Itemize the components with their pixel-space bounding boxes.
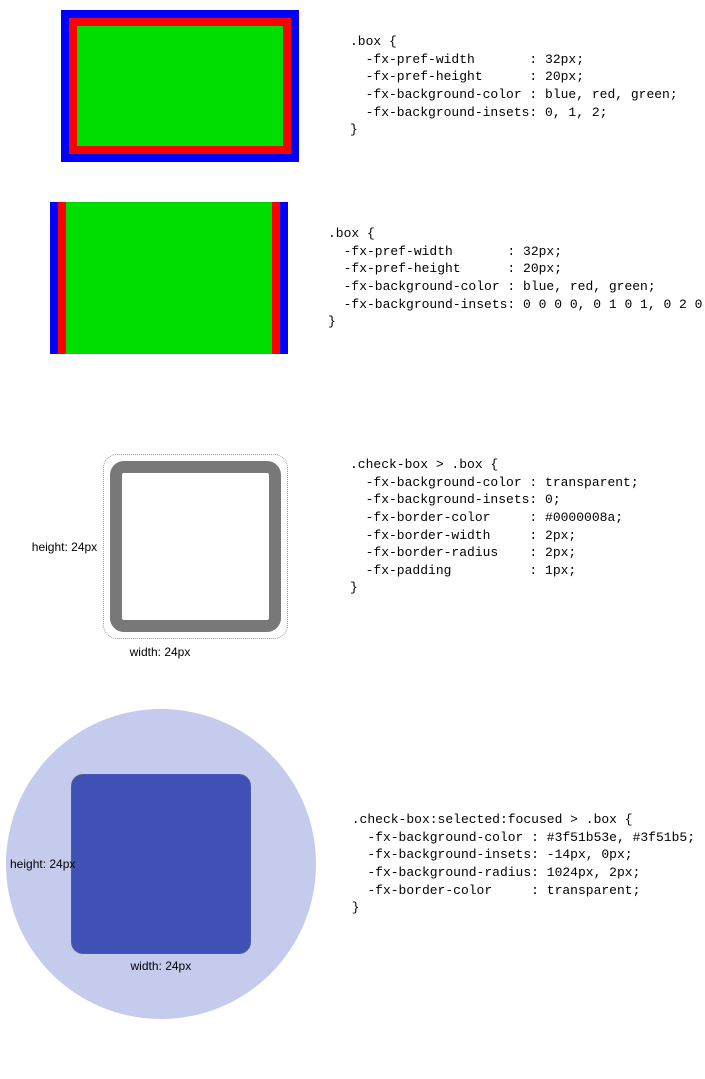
width-label: width: 24px	[131, 959, 192, 973]
example-2-code: .box { -fx-pref-width : 32px; -fx-pref-h…	[328, 225, 705, 330]
width-label: width: 24px	[130, 645, 191, 659]
checkbox-box	[110, 461, 281, 632]
checkbox-box-selected	[71, 774, 251, 954]
example-3-row: height: 24px width: 24px .check-box > .b…	[10, 394, 695, 659]
box-green-layer	[66, 202, 272, 354]
example-4-visual: height: 24px width: 24px	[10, 699, 312, 1029]
example-1-code: .box { -fx-pref-width : 32px; -fx-pref-h…	[350, 33, 695, 138]
example-4-row: height: 24px width: 24px .check-box:sele…	[10, 699, 695, 1029]
example-1-row: .box { -fx-pref-width : 32px; -fx-pref-h…	[10, 10, 695, 162]
checkbox-outline	[103, 454, 288, 639]
checkbox-box-wrap: height: 24px	[32, 454, 288, 639]
box-red-layer	[69, 18, 291, 154]
box-layered	[50, 202, 288, 354]
example-3-visual: height: 24px width: 24px	[10, 454, 310, 659]
box-green-layer	[77, 26, 283, 146]
example-1-visual	[10, 10, 310, 162]
example-4-code: .check-box:selected:focused > .box { -fx…	[352, 811, 695, 916]
example-2-visual	[10, 202, 288, 354]
height-label: height: 24px	[10, 857, 75, 871]
height-label: height: 24px	[32, 540, 97, 554]
box-blue-layer	[61, 10, 299, 162]
example-2-row: .box { -fx-pref-width : 32px; -fx-pref-h…	[10, 202, 695, 354]
example-3-code: .check-box > .box { -fx-background-color…	[350, 456, 695, 596]
